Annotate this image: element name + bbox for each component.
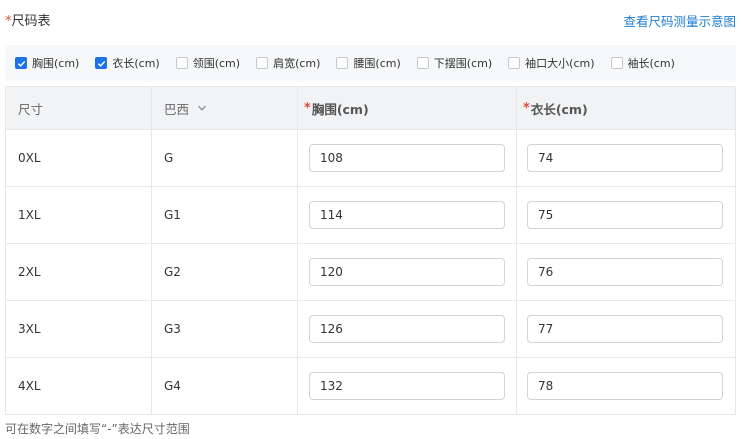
chest-cell [298, 244, 517, 300]
column-header-length-label: 衣长(cm) [530, 101, 588, 117]
chest-input[interactable] [309, 144, 505, 172]
checkbox-chest[interactable]: 胸围(cm) [15, 55, 79, 71]
chevron-down-icon[interactable] [197, 103, 207, 113]
table-header: 尺寸 巴西 * 胸围(cm) * 衣长(cm) [6, 87, 735, 130]
size-cell: 2XL [6, 244, 152, 300]
column-header-region-label: 巴西 [164, 101, 190, 117]
column-header-region[interactable]: 巴西 [152, 87, 298, 129]
table-row: 0XL G [6, 130, 735, 187]
checkbox-hem-box[interactable] [416, 57, 429, 69]
region-cell: G1 [152, 187, 298, 243]
length-cell [517, 187, 735, 243]
size-chart-panel: *尺码表 查看尺码测量示意图 胸围(cm) 衣长(cm) 领围(cm) 肩宽(c… [0, 0, 741, 439]
checkbox-length[interactable]: 衣长(cm) [95, 55, 160, 71]
table-row: 1XL G1 [6, 187, 735, 244]
checkbox-hem-label: 下摆围(cm) [433, 57, 493, 70]
column-header-chest-label: 胸围(cm) [311, 101, 369, 117]
checkbox-sleeve-box[interactable] [610, 57, 623, 69]
checkbox-sleeve[interactable]: 袖长(cm) [610, 55, 675, 71]
table-row: 4XL G4 [6, 358, 735, 414]
size-chart-header: *尺码表 查看尺码测量示意图 [5, 10, 736, 30]
length-cell [517, 244, 735, 300]
required-mark: * [523, 100, 530, 116]
checkbox-waist-label: 腰围(cm) [353, 57, 401, 70]
checkbox-collar[interactable]: 领围(cm) [175, 55, 241, 71]
checkbox-length-label: 衣长(cm) [112, 57, 160, 70]
length-input[interactable] [527, 144, 723, 172]
chest-cell [298, 301, 517, 357]
required-mark: * [304, 100, 311, 116]
size-cell: 3XL [6, 301, 152, 357]
checkbox-length-box[interactable] [95, 57, 108, 69]
checkbox-chest-label: 胸围(cm) [32, 57, 80, 70]
size-cell: 0XL [6, 130, 152, 186]
checkbox-sleeve-label: 袖长(cm) [627, 57, 675, 70]
chest-input[interactable] [309, 315, 505, 343]
table-row: 3XL G3 [6, 301, 735, 358]
checkbox-waist-box[interactable] [336, 57, 349, 69]
checkbox-collar-label: 领围(cm) [192, 57, 241, 70]
checkbox-chest-box[interactable] [15, 57, 27, 69]
chest-cell [298, 130, 517, 186]
column-header-length: * 衣长(cm) [517, 87, 735, 129]
size-cell: 4XL [6, 358, 152, 414]
checkbox-cuff-box[interactable] [508, 57, 521, 69]
size-chart-title: 尺码表 [11, 14, 51, 29]
table-row: 2XL G2 [6, 244, 735, 301]
length-cell [517, 301, 735, 357]
length-input[interactable] [527, 315, 723, 343]
region-cell: G [152, 130, 298, 186]
chest-input[interactable] [309, 258, 505, 286]
measurement-guide-link[interactable]: 查看尺码测量示意图 [623, 11, 736, 30]
column-header-chest: * 胸围(cm) [298, 87, 517, 129]
length-input[interactable] [527, 201, 723, 229]
column-header-size-label: 尺寸 [18, 101, 44, 117]
length-input[interactable] [527, 258, 723, 286]
checkbox-shoulder-label: 肩宽(cm) [273, 57, 321, 70]
region-cell: G2 [152, 244, 298, 300]
length-cell [517, 358, 735, 414]
checkbox-waist[interactable]: 腰围(cm) [336, 55, 401, 71]
measurement-checkbox-bar: 胸围(cm) 衣长(cm) 领围(cm) 肩宽(cm) 腰围(cm) 下摆围(c… [5, 45, 736, 81]
region-cell: G3 [152, 301, 298, 357]
checkbox-collar-box[interactable] [175, 57, 188, 69]
column-header-size: 尺寸 [6, 87, 152, 129]
chest-cell [298, 187, 517, 243]
size-table: 尺寸 巴西 *胸围(cm) *衣长(cm) 0XL G 1XL G1 [5, 86, 736, 415]
region-cell: G4 [152, 358, 298, 414]
chest-input[interactable] [309, 372, 505, 400]
checkbox-hem[interactable]: 下摆围(cm) [416, 55, 493, 71]
length-cell [517, 130, 735, 186]
size-cell: 1XL [6, 187, 152, 243]
range-hint-text: 可在数字之间填写“-”表达尺寸范围 [5, 422, 190, 436]
length-input[interactable] [527, 372, 723, 400]
checkbox-cuff[interactable]: 袖口大小(cm) [508, 55, 595, 71]
chest-cell [298, 358, 517, 414]
checkbox-shoulder-box[interactable] [256, 57, 269, 69]
checkbox-shoulder[interactable]: 肩宽(cm) [256, 55, 320, 71]
chest-input[interactable] [309, 201, 505, 229]
checkbox-cuff-label: 袖口大小(cm) [525, 57, 595, 70]
